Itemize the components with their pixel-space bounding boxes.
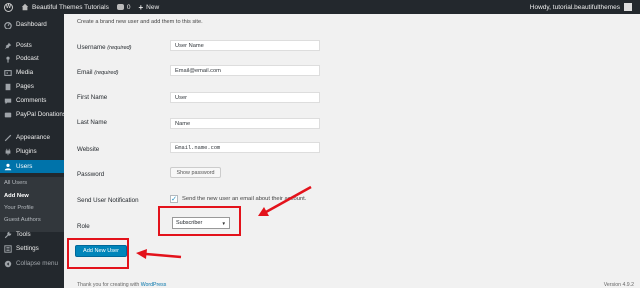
password-label: Password: [77, 171, 105, 178]
sidebar-item-label: Comments: [16, 97, 47, 104]
role-highlight-box: [158, 206, 241, 236]
send-notification-checkbox[interactable]: ✓: [170, 195, 178, 203]
sidebar-item-label: Media: [16, 69, 34, 76]
sidebar-item-label: Users: [16, 163, 33, 170]
send-notification-checkbox-label: Send the new user an email about their a…: [182, 196, 307, 202]
sidebar-item-users[interactable]: Users: [0, 160, 64, 173]
first-name-label: First Name: [77, 94, 108, 101]
sidebar-item-label: PayPal Donations: [16, 111, 67, 118]
comments-menu[interactable]: 0: [113, 0, 135, 14]
comments-count: 0: [126, 3, 131, 11]
footer-thanks-text: Thank you for creating with: [77, 282, 140, 288]
send-notification-label: Send User Notification: [77, 197, 139, 204]
comment-icon: [4, 98, 12, 104]
sidebar-item-comments[interactable]: Comments: [0, 94, 64, 107]
sidebar-item-label: Plugins: [16, 148, 37, 155]
form-intro: Create a brand new user and add them to …: [77, 19, 203, 25]
pages-icon: [5, 83, 11, 90]
submenu-add-new[interactable]: Add New: [4, 193, 29, 199]
sidebar-item-posts[interactable]: Posts: [0, 39, 64, 52]
admin-sidebar: Dashboard Posts Podcast Media Pages Comm…: [0, 14, 67, 288]
user-icon: [4, 163, 12, 170]
sidebar-item-label: Appearance: [16, 134, 50, 141]
new-content-menu[interactable]: + New: [134, 0, 163, 14]
plug-icon: [5, 148, 11, 155]
submenu-guest-authors[interactable]: Guest Authors: [4, 217, 41, 223]
plus-icon: +: [138, 2, 144, 12]
username-label: Username (required): [77, 44, 132, 51]
site-name-menu[interactable]: Beautiful Themes Tutorials: [17, 0, 113, 14]
role-label: Role: [77, 223, 90, 230]
admin-bar: W Beautiful Themes Tutorials 0 + New How…: [0, 0, 640, 14]
sidebar-item-label: Pages: [16, 83, 34, 90]
sidebar-item-label: Collapse menu: [16, 260, 59, 267]
show-password-button[interactable]: Show password: [170, 167, 221, 178]
settings-icon: [4, 244, 12, 253]
sidebar-item-label: Posts: [16, 42, 32, 49]
sidebar-item-paypal-donations[interactable]: PayPal Donations: [0, 108, 67, 121]
paypal-icon: [4, 112, 12, 117]
pin-icon: [4, 42, 12, 49]
brush-icon: [4, 134, 12, 141]
sidebar-item-tools[interactable]: Tools: [0, 228, 64, 241]
username-label-text: Username: [77, 44, 106, 51]
podcast-icon: [6, 56, 10, 63]
sidebar-item-appearance[interactable]: Appearance: [0, 131, 64, 144]
email-input[interactable]: [170, 65, 320, 76]
first-name-input[interactable]: [170, 92, 320, 103]
wp-logo-menu[interactable]: W: [0, 0, 17, 14]
submenu-your-profile[interactable]: Your Profile: [4, 205, 34, 211]
website-input[interactable]: [170, 142, 320, 153]
media-icon: [4, 69, 12, 76]
users-submenu: All Users Add New Your Profile Guest Aut…: [0, 177, 64, 232]
submit-highlight-box: [67, 238, 129, 269]
email-label: Email (required): [77, 69, 118, 76]
footer-version: Version 4.9.2: [603, 282, 634, 288]
dashboard-icon: [4, 21, 12, 29]
sidebar-item-media[interactable]: Media: [0, 66, 64, 79]
home-icon: [21, 3, 29, 11]
sidebar-collapse-menu[interactable]: Collapse menu: [0, 257, 64, 270]
last-name-label: Last Name: [77, 119, 107, 126]
howdy-text: Howdy, tutorial.beautifulthemes: [529, 3, 620, 11]
required-note: (required): [107, 45, 132, 51]
sidebar-item-settings[interactable]: Settings: [0, 242, 64, 255]
site-name: Beautiful Themes Tutorials: [32, 3, 109, 11]
sidebar-item-label: Dashboard: [16, 21, 47, 28]
wrench-icon: [4, 231, 12, 238]
sidebar-item-podcast[interactable]: Podcast: [0, 52, 64, 65]
sidebar-item-label: Podcast: [16, 55, 39, 62]
username-input[interactable]: [170, 40, 320, 51]
sidebar-item-plugins[interactable]: Plugins: [0, 145, 64, 158]
new-label: New: [146, 3, 160, 11]
footer-thanks: Thank you for creating with WordPress: [77, 282, 166, 288]
comment-bubble-icon: [116, 4, 124, 10]
sidebar-item-pages[interactable]: Pages: [0, 80, 64, 93]
email-label-text: Email: [77, 69, 93, 76]
collapse-icon: [4, 260, 12, 267]
wordpress-link[interactable]: WordPress: [141, 282, 167, 288]
avatar: [624, 3, 632, 11]
main-content: Create a brand new user and add them to …: [64, 14, 640, 288]
sidebar-item-label: Tools: [16, 231, 31, 238]
sidebar-item-label: Settings: [16, 245, 39, 252]
website-label: Website: [77, 146, 100, 153]
sidebar-item-dashboard[interactable]: Dashboard: [0, 18, 64, 31]
submenu-all-users[interactable]: All Users: [4, 180, 27, 186]
last-name-input[interactable]: [170, 118, 320, 129]
required-note: (required): [94, 70, 119, 76]
wordpress-logo-icon: W: [4, 2, 13, 12]
my-account-menu[interactable]: Howdy, tutorial.beautifulthemes: [526, 0, 636, 14]
